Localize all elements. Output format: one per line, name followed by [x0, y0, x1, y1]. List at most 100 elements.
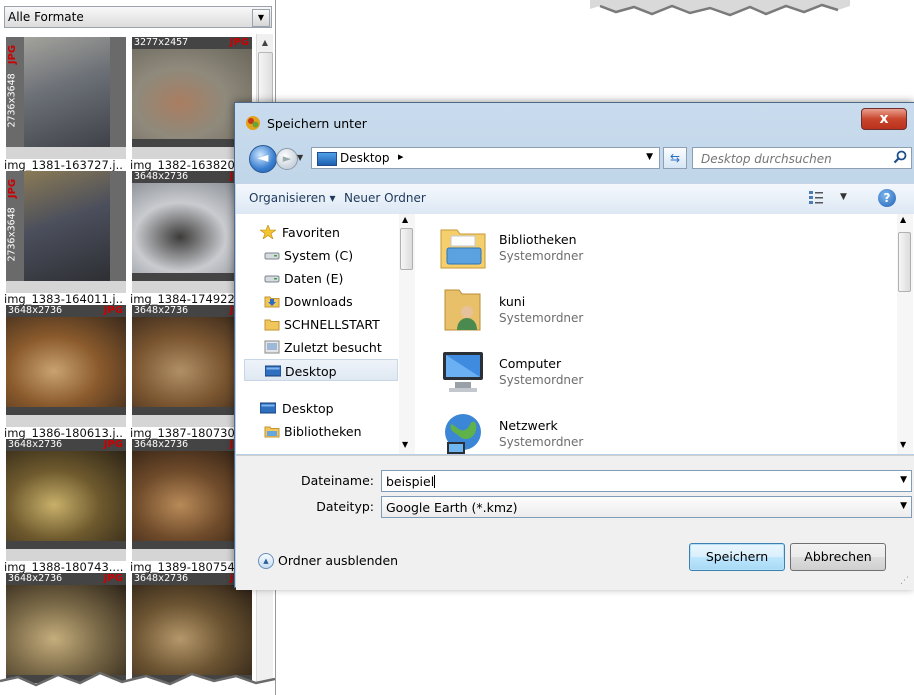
- nav-item-desktop[interactable]: Desktop: [236, 397, 398, 419]
- thumbnail-item[interactable]: 2736x3648 JPG img_1383-164011.j..: [4, 171, 126, 306]
- address-bar[interactable]: Desktop ▸ ▼: [311, 147, 660, 169]
- refresh-button[interactable]: ⇆: [663, 147, 687, 169]
- scroll-down-arrow-icon[interactable]: ▼: [900, 440, 906, 449]
- hide-folders-toggle[interactable]: Ordner ausblenden: [278, 553, 398, 568]
- thumbnail-dimensions: 3648x2736: [8, 439, 63, 450]
- address-location[interactable]: Desktop: [340, 151, 390, 165]
- app-icon: [246, 116, 260, 130]
- chevron-down-icon[interactable]: ▼: [900, 475, 907, 485]
- filetype-select[interactable]: Google Earth (*.kmz) ▼: [381, 496, 912, 518]
- nav-item-downloads[interactable]: Downloads: [236, 290, 398, 312]
- thumbnail-format: JPG: [103, 439, 123, 450]
- arrow-left-icon: ◄: [257, 150, 269, 166]
- desktop-icon: [317, 152, 337, 166]
- file-item-type: Systemordner: [499, 311, 584, 325]
- chevron-down-icon[interactable]: ▼: [646, 152, 653, 162]
- thumbnail-format: JPG: [7, 44, 19, 65]
- filename-value: beispiel: [386, 474, 435, 489]
- scroll-up-arrow-icon[interactable]: ▲: [257, 36, 273, 50]
- resize-grip-icon[interactable]: ⋰: [900, 576, 909, 586]
- format-filter-select[interactable]: Alle Formate ▼: [4, 6, 272, 28]
- nav-item-daten-e[interactable]: Daten (E): [236, 267, 398, 289]
- file-list-scrollbar[interactable]: ▲ ▼: [897, 214, 913, 454]
- nav-item-label: Desktop: [285, 364, 337, 379]
- scrollbar-thumb[interactable]: [898, 232, 911, 292]
- search-box[interactable]: [692, 147, 912, 170]
- thumbnail-item[interactable]: 2736x3648 JPG img_1381-163727.j..: [4, 37, 126, 172]
- scroll-up-arrow-icon[interactable]: ▲: [900, 215, 906, 224]
- refresh-icon: ⇆: [669, 151, 681, 165]
- nav-item-desktop[interactable]: Desktop: [244, 359, 398, 381]
- file-item-name: kuni: [499, 294, 526, 309]
- save-button[interactable]: Speichern: [689, 543, 785, 571]
- text-caret: [434, 475, 436, 488]
- user-folder-icon: [444, 289, 481, 331]
- nav-item-label: System (C): [284, 248, 354, 263]
- thumbnail-dimensions: 3648x2736: [134, 573, 189, 584]
- file-list-pane: Bibliotheken Systemordner kuni Systemordner…: [415, 214, 914, 454]
- file-item-kuni[interactable]: kuni Systemordner: [437, 284, 737, 342]
- navigation-pane: Favoriten System (C) Daten (E) Downloads SCH…: [236, 214, 415, 454]
- organize-menu-button[interactable]: Organisieren ▾: [249, 191, 336, 205]
- filename-label: Dateiname:: [300, 473, 374, 488]
- nav-item-system-c[interactable]: System (C): [236, 244, 398, 266]
- search-input[interactable]: [693, 148, 893, 170]
- drive-icon: [264, 275, 280, 283]
- view-options-icon[interactable]: [808, 189, 824, 205]
- nav-item-favoriten[interactable]: Favoriten: [236, 221, 398, 243]
- chevron-down-icon[interactable]: ▼: [900, 501, 907, 511]
- scroll-down-arrow-icon[interactable]: ▼: [402, 440, 408, 449]
- filename-field[interactable]: beispiel ▼: [381, 470, 912, 492]
- thumbnail-item[interactable]: 3648x2736 JPG img_1386-180613.j..: [4, 305, 126, 440]
- collapse-up-icon[interactable]: ▲: [258, 553, 274, 569]
- breadcrumb-separator-icon[interactable]: ▸: [398, 150, 404, 163]
- save-form: Dateiname: beispiel ▼ Dateityp: Google E…: [236, 455, 914, 590]
- nav-item-zuletzt-besucht[interactable]: Zuletzt besucht: [236, 336, 398, 358]
- format-filter-value: Alle Formate: [8, 10, 84, 24]
- libraries-icon: [440, 229, 486, 269]
- filename-input[interactable]: beispiel: [386, 474, 436, 489]
- recent-locations-dropdown-icon[interactable]: ▼: [297, 153, 303, 162]
- torn-paper-edge-bottom: [0, 671, 275, 695]
- new-folder-button[interactable]: Neuer Ordner: [344, 191, 426, 205]
- torn-paper-edge: [590, 0, 850, 17]
- nav-item-label: SCHNELLSTART: [284, 317, 380, 332]
- desktop-icon: [265, 365, 281, 377]
- scrollbar-thumb[interactable]: [400, 228, 413, 270]
- libraries-icon: [264, 426, 280, 438]
- search-icon[interactable]: [893, 150, 907, 164]
- thumbnail-dimensions: 2736x3648: [6, 73, 18, 128]
- desktop-icon: [260, 402, 276, 414]
- drive-icon: [264, 252, 280, 260]
- thumbnail-filename: img_1386-180613.j..: [4, 426, 123, 440]
- cancel-button[interactable]: Abbrechen: [790, 543, 886, 571]
- arrow-right-icon: ►: [282, 152, 292, 165]
- close-button[interactable]: x: [861, 108, 907, 130]
- thumbnail-dimensions: 2736x3648: [6, 207, 18, 262]
- thumbnail-filename: img_1383-164011.j..: [4, 292, 123, 306]
- nav-item-label: Desktop: [282, 401, 334, 416]
- file-item-bibliotheken[interactable]: Bibliotheken Systemordner: [437, 222, 737, 280]
- view-dropdown-icon[interactable]: ▼: [840, 192, 847, 202]
- thumbnail-filename: img_1381-163727.j..: [4, 158, 123, 172]
- scroll-up-arrow-icon[interactable]: ▲: [402, 215, 408, 224]
- thumbnail-format: JPG: [103, 573, 123, 584]
- filetype-label: Dateityp:: [316, 499, 374, 514]
- forward-button[interactable]: ►: [276, 148, 298, 170]
- nav-item-label: Bibliotheken: [284, 424, 362, 439]
- chevron-down-icon[interactable]: ▼: [252, 9, 270, 27]
- thumbnail-image: 3648x2736 JPG: [6, 305, 126, 415]
- computer-icon: [443, 352, 483, 392]
- back-button[interactable]: ◄: [249, 145, 277, 173]
- thumbnail-format: JPG: [103, 305, 123, 316]
- thumbnail-item[interactable]: 3648x2736 JPG img_1388-180743....: [4, 439, 126, 574]
- thumbnail-dimensions: 3648x2736: [134, 305, 189, 316]
- nav-item-bibliotheken[interactable]: Bibliotheken: [236, 420, 398, 442]
- nav-item-schnellstart[interactable]: SCHNELLSTART: [236, 313, 398, 335]
- help-button[interactable]: ?: [878, 189, 896, 207]
- navigation-scrollbar[interactable]: ▲ ▼: [399, 214, 415, 454]
- dialog-title: Speichern unter: [267, 116, 367, 131]
- thumbnail-dimensions: 3648x2736: [8, 573, 63, 584]
- file-item-computer[interactable]: Computer Systemordner: [437, 346, 737, 404]
- folder-icon: [264, 319, 280, 331]
